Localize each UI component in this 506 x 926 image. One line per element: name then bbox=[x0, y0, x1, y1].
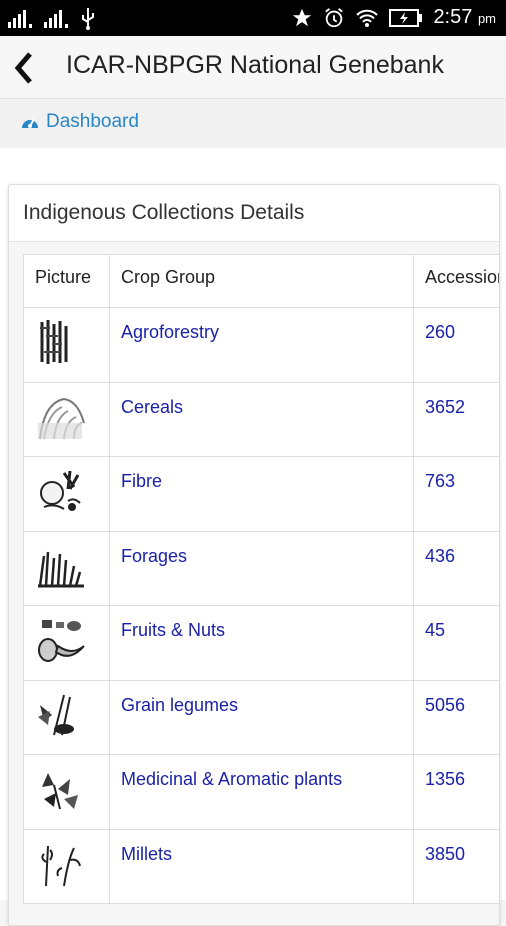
millets-icon bbox=[41, 845, 81, 886]
collections-card: Indigenous Collections Details Picture C… bbox=[8, 184, 500, 926]
accession-count: 436 bbox=[425, 545, 456, 566]
col-header-picture: Picture bbox=[23, 254, 110, 308]
table-row: Medicinal & Aromatic plants 1356 bbox=[23, 754, 499, 830]
crop-group-link[interactable]: Fruits & Nuts bbox=[121, 620, 225, 640]
accession-count: 1356 bbox=[425, 769, 466, 789]
accession-count: 763 bbox=[425, 471, 456, 491]
app-bar: ICAR-NBPGR National Genebank bbox=[0, 36, 506, 99]
wifi-icon bbox=[356, 9, 379, 27]
clock: 2:57 pm bbox=[433, 6, 496, 28]
card-header: Indigenous Collections Details bbox=[9, 185, 499, 242]
crop-group-link[interactable]: Medicinal & Aromatic plants bbox=[121, 769, 342, 789]
breadcrumb: Dashboard bbox=[0, 99, 506, 148]
usb-icon bbox=[82, 8, 94, 30]
table-row: Fruits & Nuts 45 bbox=[23, 605, 499, 681]
table-row: Millets 3850 bbox=[23, 828, 499, 904]
content-area: Indigenous Collections Details Picture C… bbox=[0, 148, 506, 926]
collections-table: Picture Crop Group Accessions Agroforest… bbox=[23, 254, 499, 904]
table-row: Forages 436 bbox=[23, 530, 499, 606]
crop-group-link[interactable]: Fibre bbox=[121, 471, 162, 491]
medicinal-icon bbox=[42, 773, 78, 810]
star-icon bbox=[293, 8, 312, 26]
crop-group-link[interactable]: Millets bbox=[121, 844, 172, 864]
forages-icon bbox=[38, 551, 84, 587]
col-header-crop-group: Crop Group bbox=[109, 254, 414, 308]
accession-count: 45 bbox=[425, 620, 446, 640]
table-row: Agroforestry 260 bbox=[23, 307, 499, 383]
accession-count: 5056 bbox=[425, 694, 466, 715]
card-body: Picture Crop Group Accessions Agroforest… bbox=[9, 242, 499, 925]
accession-count: 260 bbox=[425, 322, 456, 342]
cereals-icon bbox=[38, 397, 85, 439]
chevron-left-icon[interactable] bbox=[10, 50, 38, 86]
table-row: Grain legumes 5056 bbox=[23, 679, 499, 755]
table-row: Fibre 763 bbox=[23, 456, 499, 532]
accession-count: 3850 bbox=[425, 843, 466, 864]
dashboard-link[interactable]: Dashboard bbox=[20, 111, 139, 133]
alarm-icon bbox=[325, 7, 344, 27]
crop-group-link[interactable]: Grain legumes bbox=[121, 695, 238, 715]
dashboard-label: Dashboard bbox=[46, 111, 139, 132]
signal-icon bbox=[8, 10, 32, 28]
grain-legumes-icon bbox=[38, 694, 74, 735]
page-title: ICAR-NBPGR National Genebank bbox=[66, 51, 444, 79]
status-bar: 2:57 pm bbox=[0, 0, 506, 36]
dashboard-icon bbox=[22, 118, 38, 128]
col-header-accessions: Accessions bbox=[413, 254, 499, 308]
battery-icon bbox=[389, 8, 423, 27]
fruits-nuts-icon bbox=[38, 620, 85, 662]
accession-count: 3652 bbox=[425, 396, 466, 417]
table-header-row: Picture Crop Group Accessions bbox=[23, 254, 499, 308]
crop-group-link[interactable]: Agroforestry bbox=[121, 322, 219, 342]
table-row: Cereals 3652 bbox=[23, 381, 499, 457]
card-title: Indigenous Collections Details bbox=[23, 201, 305, 224]
agroforestry-icon bbox=[40, 320, 68, 364]
fibre-icon bbox=[40, 470, 81, 511]
crop-group-link[interactable]: Cereals bbox=[121, 397, 183, 417]
crop-group-link[interactable]: Forages bbox=[121, 546, 187, 566]
signal-icon bbox=[44, 10, 68, 28]
